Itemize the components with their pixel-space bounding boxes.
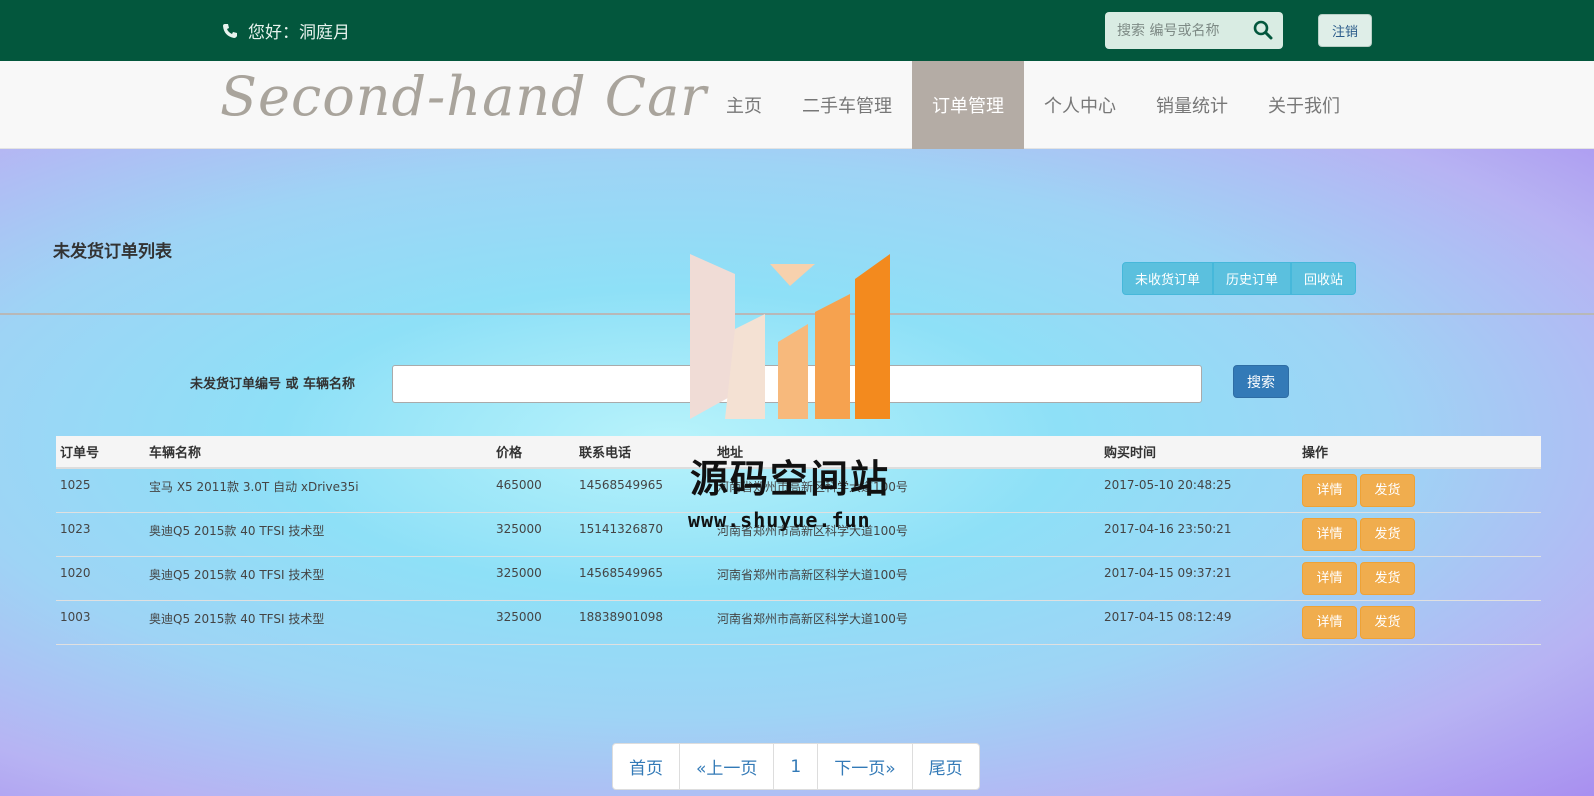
cell-actions: 详情 发货	[1298, 512, 1541, 557]
cell-purchase-time: 2017-04-15 09:37:21	[1100, 556, 1298, 601]
top-bar: 您好：洞庭月 注销	[0, 0, 1594, 61]
navbar: Second-hand Car 主页 二手车管理 订单管理 个人中心 销量统计 …	[0, 61, 1594, 149]
watermark-title: 源码空间站	[690, 457, 891, 501]
phone-icon	[223, 23, 237, 38]
search-button[interactable]: 搜索	[1233, 365, 1289, 398]
cell-price: 325000	[492, 600, 575, 645]
cell-purchase-time: 2017-04-16 23:50:21	[1100, 512, 1298, 557]
cell-address: 河南省郑州市高新区科学大道100号	[713, 556, 1100, 601]
cell-car-name: 奥迪Q5 2015款 40 TFSI 技术型	[145, 556, 492, 601]
main-nav: 主页 二手车管理 订单管理 个人中心 销量统计 关于我们	[706, 61, 1360, 149]
ship-button[interactable]: 发货	[1360, 605, 1415, 639]
cell-purchase-time: 2017-05-10 20:48:25	[1100, 468, 1298, 513]
tab-unreceived-orders[interactable]: 未收货订单	[1122, 262, 1214, 295]
cell-actions: 详情 发货	[1298, 468, 1541, 513]
logout-button[interactable]: 注销	[1318, 14, 1372, 47]
cell-phone: 18838901098	[575, 600, 713, 645]
greeting: 您好：洞庭月	[222, 18, 350, 43]
nav-item-home[interactable]: 主页	[706, 61, 782, 149]
top-search-input[interactable]	[1105, 22, 1245, 39]
order-tabs: 未收货订单 历史订单 回收站	[1122, 262, 1357, 295]
page-first[interactable]: 首页	[613, 744, 680, 789]
page-title: 未发货订单列表	[53, 242, 172, 262]
cell-price: 325000	[492, 512, 575, 557]
cell-address: 河南省郑州市高新区科学大道100号	[713, 600, 1100, 645]
watermark-logo-icon	[690, 254, 890, 419]
table-row: 1020 奥迪Q5 2015款 40 TFSI 技术型 325000 14568…	[56, 556, 1541, 601]
header-car-name: 车辆名称	[145, 436, 492, 469]
top-search[interactable]	[1105, 12, 1283, 49]
cell-phone: 14568549965	[575, 556, 713, 601]
ship-button[interactable]: 发货	[1360, 561, 1415, 595]
nav-item-car-management[interactable]: 二手车管理	[782, 61, 912, 149]
page-next[interactable]: 下一页»	[818, 744, 913, 789]
cell-price: 325000	[492, 556, 575, 601]
tab-recycle-bin[interactable]: 回收站	[1291, 262, 1357, 295]
cell-actions: 详情 发货	[1298, 556, 1541, 601]
ship-button[interactable]: 发货	[1360, 474, 1415, 507]
page-current[interactable]: 1	[774, 744, 819, 789]
table-row: 1003 奥迪Q5 2015款 40 TFSI 技术型 325000 18838…	[56, 600, 1541, 645]
search-label: 未发货订单编号 或 车辆名称	[190, 377, 356, 392]
cell-order-id: 1020	[56, 556, 145, 601]
search-icon[interactable]	[1253, 20, 1273, 40]
detail-button[interactable]: 详情	[1302, 561, 1357, 595]
nav-item-about-us[interactable]: 关于我们	[1248, 61, 1360, 149]
nav-item-sales-stats[interactable]: 销量统计	[1136, 61, 1248, 149]
cell-order-id: 1023	[56, 512, 145, 557]
ship-button[interactable]: 发货	[1360, 517, 1415, 551]
cell-car-name: 宝马 X5 2011款 3.0T 自动 xDrive35i	[145, 468, 492, 513]
site-logo[interactable]: Second-hand Car	[220, 65, 707, 128]
detail-button[interactable]: 详情	[1302, 474, 1357, 507]
pagination: 首页 «上一页 1 下一页» 尾页	[612, 743, 980, 790]
header-order-id: 订单号	[56, 436, 145, 469]
watermark-url: www.shuyue.fun	[688, 508, 871, 532]
cell-actions: 详情 发货	[1298, 600, 1541, 645]
tab-history-orders[interactable]: 历史订单	[1213, 262, 1292, 295]
nav-item-personal-center[interactable]: 个人中心	[1024, 61, 1136, 149]
cell-order-id: 1003	[56, 600, 145, 645]
page-prev[interactable]: «上一页	[680, 744, 775, 789]
page-last[interactable]: 尾页	[913, 744, 979, 789]
detail-button[interactable]: 详情	[1302, 605, 1357, 639]
detail-button[interactable]: 详情	[1302, 517, 1357, 551]
greeting-text: 您好：洞庭月	[248, 23, 350, 43]
nav-item-order-management[interactable]: 订单管理	[912, 61, 1024, 149]
cell-order-id: 1025	[56, 468, 145, 513]
cell-car-name: 奥迪Q5 2015款 40 TFSI 技术型	[145, 600, 492, 645]
header-price: 价格	[492, 436, 575, 469]
cell-car-name: 奥迪Q5 2015款 40 TFSI 技术型	[145, 512, 492, 557]
header-purchase-time: 购买时间	[1100, 436, 1298, 469]
cell-purchase-time: 2017-04-15 08:12:49	[1100, 600, 1298, 645]
cell-price: 465000	[492, 468, 575, 513]
header-actions: 操作	[1298, 436, 1541, 469]
